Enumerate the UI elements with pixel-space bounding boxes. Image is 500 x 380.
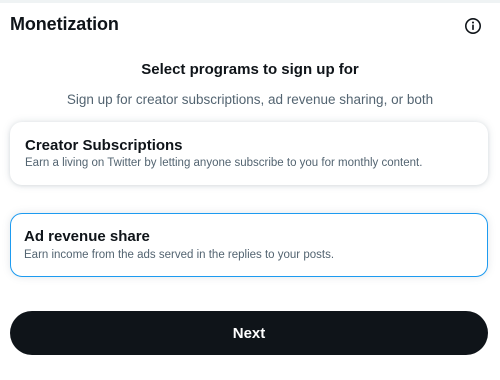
top-divider <box>0 0 500 3</box>
creator-subscriptions-card[interactable]: Creator Subscriptions Earn a living on T… <box>10 122 488 185</box>
card-title: Creator Subscriptions <box>25 137 183 154</box>
card-title: Ad revenue share <box>24 228 150 245</box>
ad-revenue-share-card[interactable]: Ad revenue share Earn income from the ad… <box>10 213 488 277</box>
section-subtitle: Sign up for creator subscriptions, ad re… <box>66 92 434 107</box>
page-title: Monetization <box>10 14 119 34</box>
card-description: Earn income from the ads served in the r… <box>24 249 335 261</box>
next-button[interactable]: Next <box>10 311 488 355</box>
card-description: Earn a living on Twitter by letting anyo… <box>25 157 423 169</box>
section-heading: Select programs to sign up for <box>141 61 359 78</box>
info-circle-icon[interactable] <box>464 17 482 35</box>
